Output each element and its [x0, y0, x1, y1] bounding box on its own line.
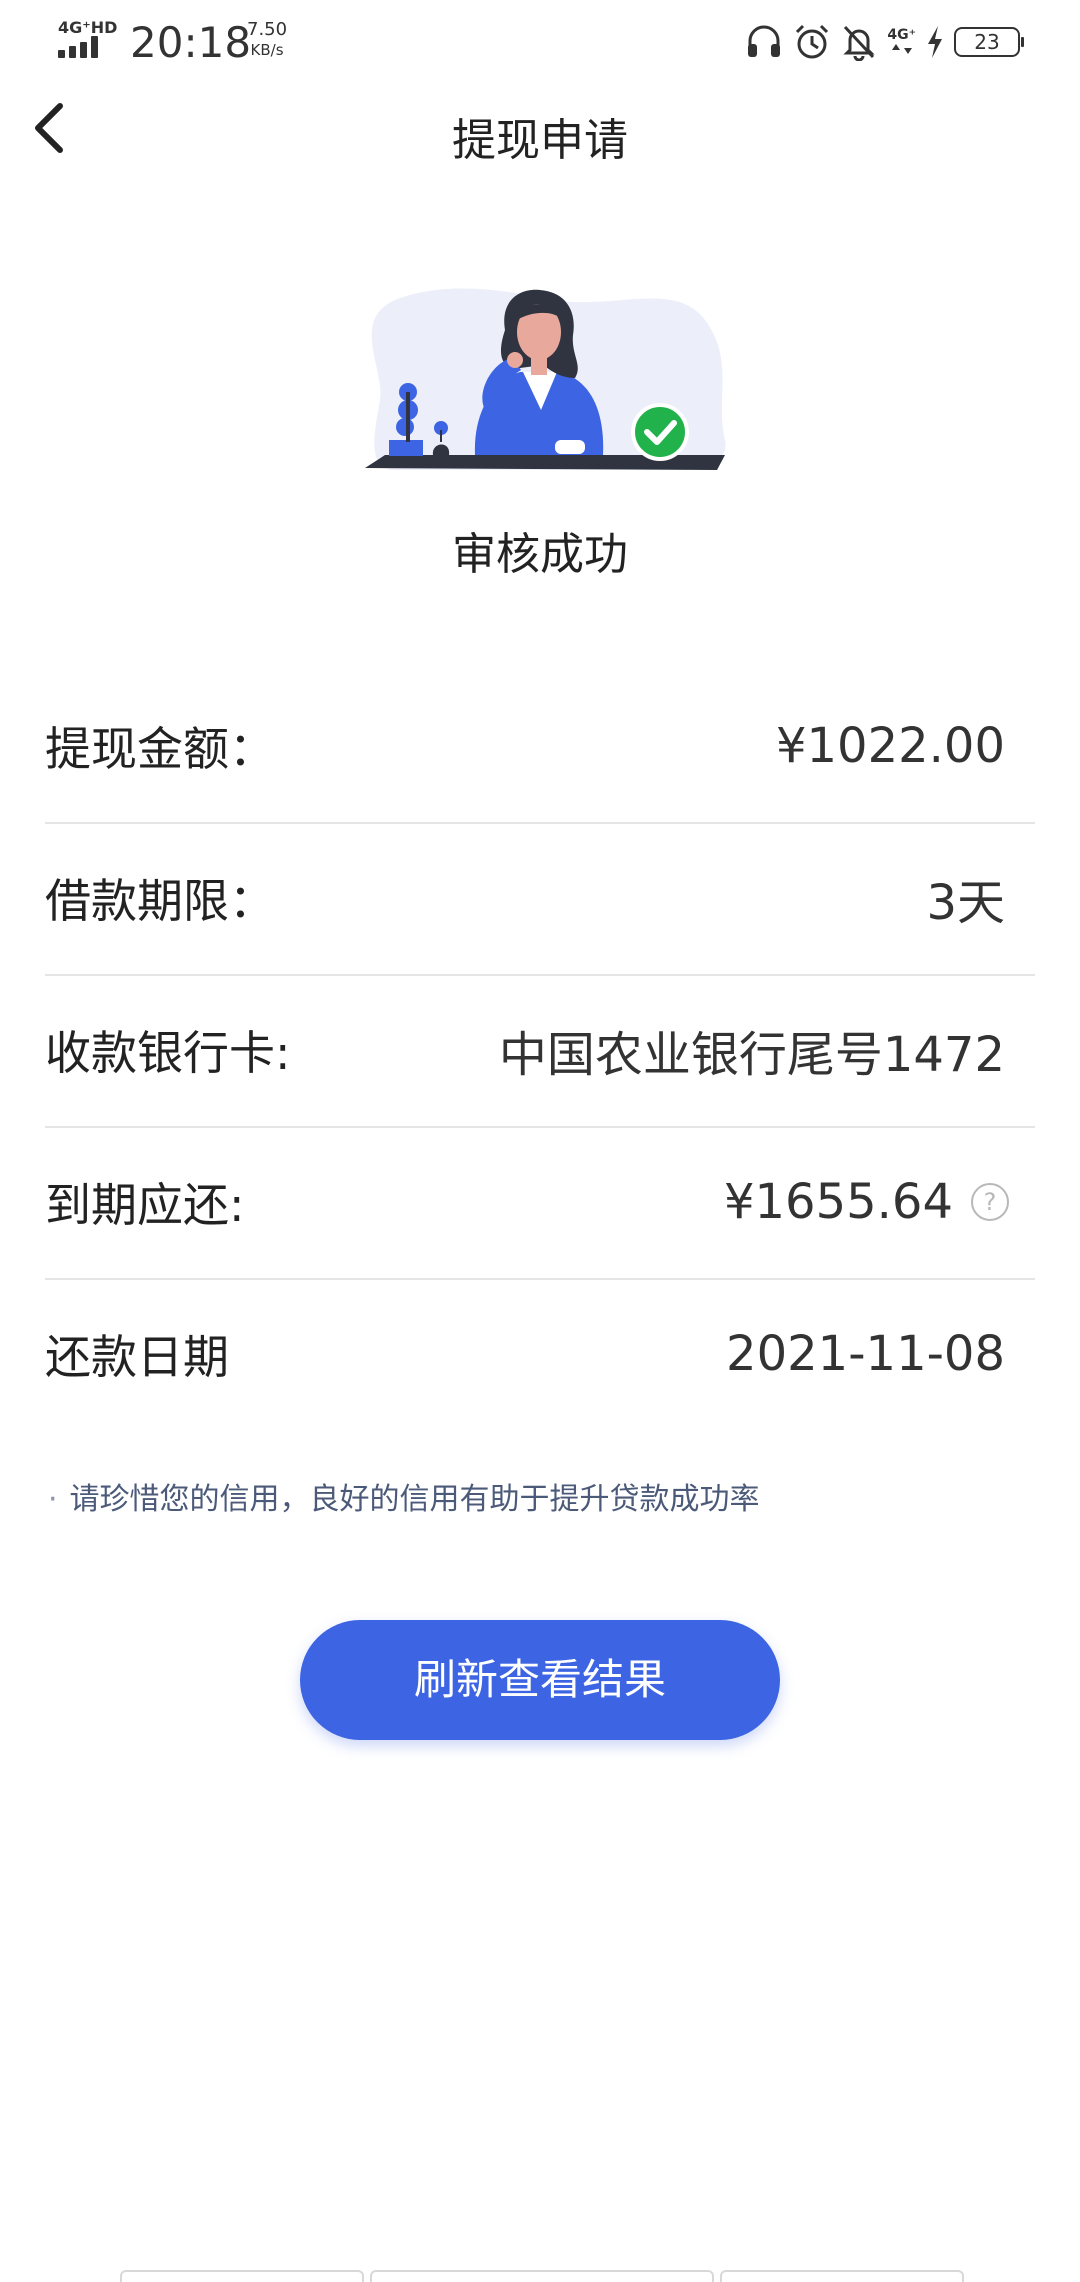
network-type: 4G⁺HD	[58, 18, 118, 37]
term-label: 借款期限：	[45, 874, 275, 928]
network-speed: 7.50 KB/s	[247, 20, 287, 60]
detail-row-term: 借款期限： 3天	[45, 822, 1035, 976]
tip-bullet: ·	[48, 1482, 58, 1517]
detail-row-bank-card: 收款银行卡: 中国农业银行尾号1472	[45, 974, 1035, 1128]
status-icons: 4G⁺ 23	[745, 20, 1024, 64]
speed-unit: KB/s	[250, 41, 284, 59]
due-amount-value: ¥1655.64	[723, 1174, 953, 1230]
headphones-icon	[748, 25, 781, 57]
tip-text: 请珍惜您的信用，良好的信用有助于提升贷款成功率	[69, 1482, 760, 1517]
network2-label: 4G⁺	[887, 27, 916, 43]
review-success-illustration	[365, 288, 726, 470]
due-amount-label: 到期应还:	[45, 1178, 245, 1232]
detail-row-amount: 提现金额： ¥1022.00	[45, 670, 1035, 824]
page-title: 提现申请	[452, 115, 628, 166]
amount-value: ¥1022.00	[775, 718, 1005, 774]
speed-value: 7.50	[247, 19, 288, 40]
amount-label: 提现金额：	[45, 722, 275, 776]
status-bar: 4G⁺HD 20:18 7.50 KB/s 4G⁺ 23	[0, 0, 1080, 84]
help-icon[interactable]: ?	[971, 1183, 1009, 1221]
review-status: 审核成功	[452, 529, 628, 580]
bank-card-label: 收款银行卡:	[45, 1026, 291, 1080]
credit-tip: · 请珍惜您的信用，良好的信用有助于提升贷款成功率	[48, 1474, 760, 1518]
bell-off-icon	[843, 25, 875, 61]
4g-icon: 4G⁺	[887, 28, 916, 56]
bank-card-value: 中国农业银行尾号1472	[498, 1027, 1005, 1083]
battery-icon: 23	[954, 27, 1024, 57]
data-arrows-icon	[891, 44, 912, 54]
nav-bar: 提现申请	[0, 84, 1080, 174]
repay-date-value: 2021-11-08	[726, 1326, 1005, 1382]
bottom-edge-tabs	[120, 2270, 964, 2282]
charging-icon	[928, 26, 942, 58]
detail-row-due-amount: 到期应还: ¥1655.64 ?	[45, 1126, 1035, 1280]
repay-date-label: 还款日期	[45, 1330, 229, 1384]
signal-icon	[58, 36, 104, 58]
clock: 20:18	[130, 18, 252, 67]
detail-row-repay-date: 还款日期 2021-11-08	[45, 1278, 1035, 1430]
battery-level: 23	[974, 30, 1000, 54]
alarm-icon	[796, 24, 829, 59]
term-value: 3天	[926, 875, 1005, 931]
refresh-result-button[interactable]: 刷新查看结果	[300, 1620, 780, 1740]
